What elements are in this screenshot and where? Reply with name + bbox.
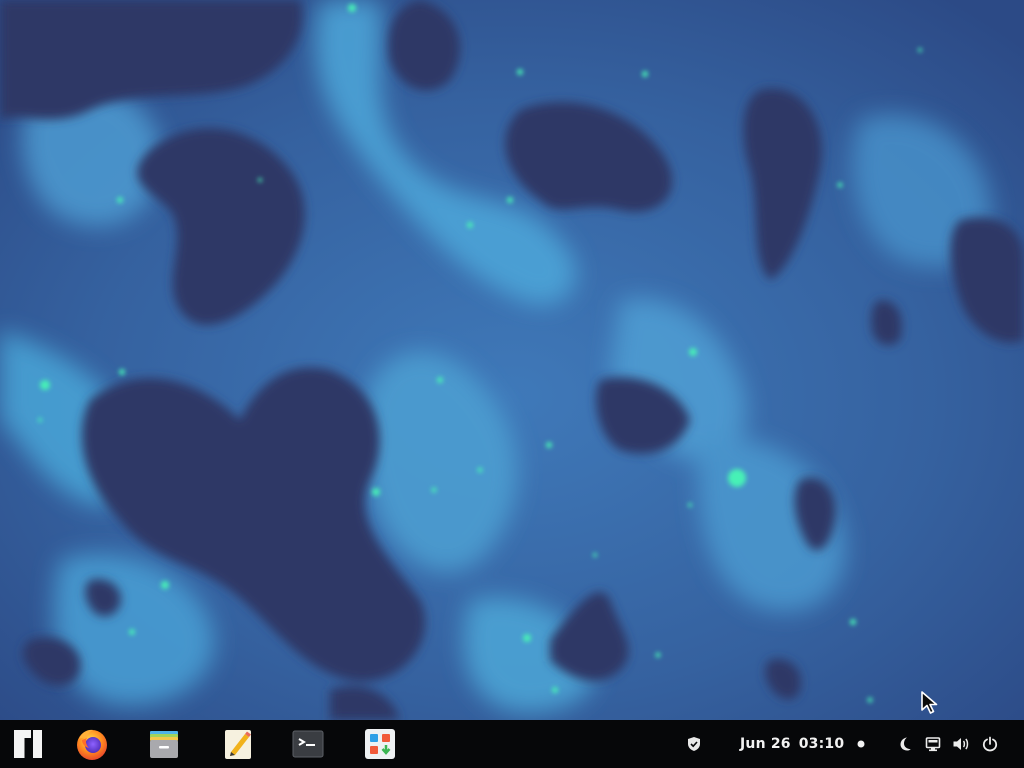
security-status-button[interactable] — [682, 720, 706, 768]
power-icon — [982, 736, 998, 752]
software-center-button[interactable] — [360, 720, 400, 768]
power-button[interactable] — [979, 720, 1001, 768]
files-button[interactable] — [144, 720, 184, 768]
network-icon — [925, 737, 941, 752]
night-light-icon — [900, 737, 911, 751]
notifications-button[interactable] — [850, 720, 872, 768]
volume-icon — [953, 738, 969, 750]
text-editor-icon — [225, 730, 251, 759]
notification-dot-icon — [857, 740, 865, 748]
clock-button[interactable]: Jun 26 03:10 — [740, 720, 844, 768]
text-editor-button[interactable] — [218, 720, 258, 768]
firefox-icon — [77, 729, 107, 760]
mouse-pointer-icon — [921, 691, 938, 714]
terminal-icon — [292, 730, 324, 758]
firefox-button[interactable] — [72, 720, 112, 768]
app-launcher-button[interactable] — [8, 720, 48, 768]
taskbar: Jun 26 03:10 — [0, 720, 1024, 768]
night-light-button[interactable] — [894, 720, 916, 768]
desktop[interactable] — [0, 0, 1024, 720]
shield-icon — [688, 737, 700, 751]
software-center-icon — [365, 729, 395, 759]
wallpaper — [0, 0, 1024, 720]
file-manager-icon — [150, 731, 178, 758]
network-button[interactable] — [922, 720, 944, 768]
clock-time: 03:10 — [798, 736, 845, 752]
terminal-button[interactable] — [288, 720, 328, 768]
manjaro-logo-icon — [14, 730, 42, 758]
clock-date: Jun 26 — [740, 736, 791, 752]
volume-button[interactable] — [950, 720, 972, 768]
